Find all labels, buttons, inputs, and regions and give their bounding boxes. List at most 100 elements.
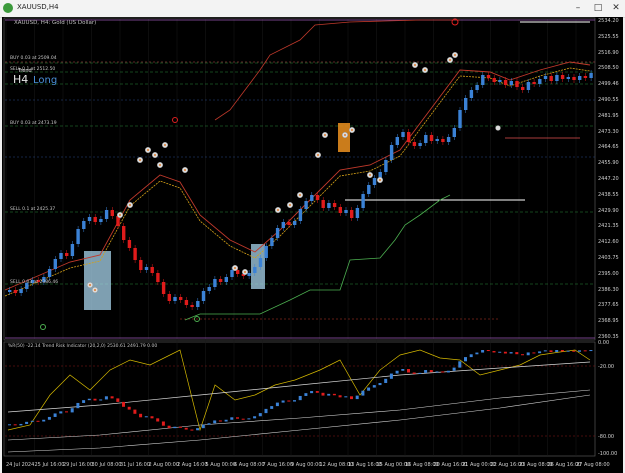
trade-marker-dot <box>119 214 121 216</box>
indicator-candle <box>264 408 268 414</box>
indicator-candle <box>213 420 217 424</box>
indicator-candle <box>76 402 80 409</box>
indicator-candle <box>110 396 114 399</box>
indicator-candle <box>389 373 393 379</box>
candle <box>264 246 268 258</box>
indicator-candle <box>310 391 314 394</box>
indicator-candle <box>59 411 63 414</box>
candle <box>76 229 80 244</box>
candle <box>583 76 588 78</box>
indicator-axis-label: -20.00 <box>598 364 615 370</box>
time-axis-label: 31 Jul 16:00 <box>120 462 150 468</box>
indicator-candle <box>367 387 371 391</box>
price-axis-label: 2412.60 <box>598 239 619 246</box>
indicator-candle <box>515 352 519 355</box>
candle <box>190 305 194 307</box>
indicator-candle <box>13 424 17 426</box>
indicator-candle <box>560 350 564 352</box>
candle <box>19 289 23 293</box>
candle <box>321 200 325 208</box>
indicator-candle <box>275 402 279 407</box>
candle <box>47 269 52 277</box>
trade-marker-dot <box>277 209 279 211</box>
candle <box>543 76 548 79</box>
indicator-candle <box>315 391 319 393</box>
trade-marker-dot <box>184 169 186 171</box>
signal-marker <box>40 324 46 330</box>
price-axis-label: 2473.30 <box>598 128 619 135</box>
indicator-candle <box>407 369 410 373</box>
trailing-stop-line <box>184 194 451 321</box>
indicator-candle <box>458 361 462 368</box>
indicator-candle <box>503 351 507 354</box>
candle <box>315 195 320 200</box>
candle <box>275 228 280 238</box>
indicator-candle <box>25 421 29 424</box>
price-axis-label: 2429.90 <box>598 207 619 214</box>
indicator-candle <box>446 370 450 373</box>
price-axis-label: 2447.20 <box>598 176 619 182</box>
indicator-layer <box>5 349 595 453</box>
time-axis-label: 6 Aug 08:00 <box>234 462 265 468</box>
trade-label: SELL 0.03 at 2386.46 <box>10 280 59 285</box>
trade-marker-dot <box>147 149 149 151</box>
candle <box>293 221 297 225</box>
candle <box>372 178 377 185</box>
candle <box>65 253 69 256</box>
indicator-candle <box>230 417 234 420</box>
candle <box>344 210 348 213</box>
indicator-candle <box>538 351 542 354</box>
candle <box>258 258 263 267</box>
candle <box>503 80 508 85</box>
indicator-candle <box>486 350 490 352</box>
price-chart[interactable] <box>0 0 625 473</box>
indicator-candle <box>241 418 245 420</box>
candle <box>475 85 479 90</box>
candle <box>424 135 428 143</box>
price-axis-label: 2490.55 <box>598 97 619 103</box>
indicator-candle <box>36 420 40 422</box>
price-axis-label: 2438.55 <box>598 191 619 198</box>
indicator-candle <box>532 352 536 354</box>
price-axis-label: 2481.95 <box>598 112 619 119</box>
candle <box>384 160 388 172</box>
indicator-candle <box>70 408 74 413</box>
indicator-candle <box>281 400 285 403</box>
price-axis-label: 2403.75 <box>598 255 619 261</box>
candle <box>572 77 576 80</box>
indicator-axis-label: -80.00 <box>598 434 615 440</box>
candle <box>167 294 171 301</box>
indicator-candle <box>549 350 553 353</box>
indicator-candle <box>572 350 576 352</box>
candle <box>526 82 531 90</box>
candle <box>13 290 18 293</box>
candle <box>327 203 331 208</box>
candle <box>458 110 462 128</box>
candle <box>298 209 303 221</box>
price-axis-label: 2464.65 <box>598 144 619 151</box>
indicator-candle <box>418 372 422 374</box>
indicator-candle <box>82 400 86 403</box>
candle <box>389 145 394 160</box>
indicator-candle <box>133 409 137 414</box>
indicator-axis-label: 0.00 <box>598 340 610 346</box>
indicator-candle <box>583 350 587 352</box>
trade-marker <box>495 125 501 131</box>
indicator-candle <box>344 396 348 398</box>
candle <box>452 128 456 137</box>
candle <box>99 219 103 222</box>
candle <box>173 297 177 301</box>
trade-marker-dot <box>164 144 166 146</box>
candle <box>127 240 132 248</box>
candle <box>179 297 183 300</box>
candle <box>429 135 434 141</box>
candle <box>498 80 502 82</box>
candle <box>161 282 166 294</box>
indicator-candle <box>435 371 439 373</box>
candle <box>481 75 485 85</box>
trade-label: SELL 0.1 at 2425.37 <box>10 207 56 212</box>
candle <box>93 217 97 222</box>
candle <box>8 290 12 292</box>
candle <box>70 244 75 256</box>
trend-risk-band <box>7 394 591 453</box>
